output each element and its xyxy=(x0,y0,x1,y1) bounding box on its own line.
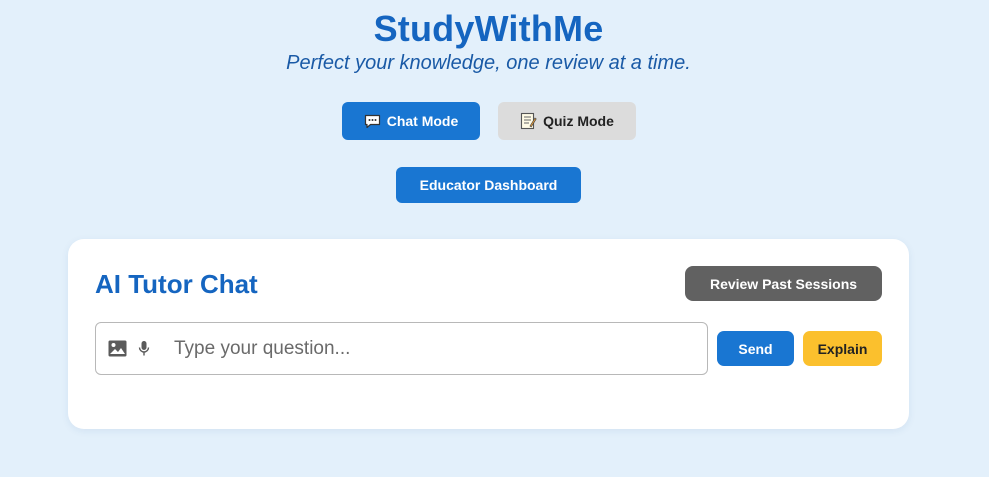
chat-card: AI Tutor Chat Review Past Sessions Send xyxy=(68,239,909,429)
review-past-sessions-button[interactable]: Review Past Sessions xyxy=(685,266,882,301)
explain-button[interactable]: Explain xyxy=(803,331,882,366)
app: StudyWithMe Perfect your knowledge, one … xyxy=(0,0,989,477)
chat-mode-button[interactable]: Chat Mode xyxy=(342,102,480,140)
image-icon[interactable] xyxy=(108,340,127,357)
educator-dashboard-button[interactable]: Educator Dashboard xyxy=(396,167,581,203)
question-input-container xyxy=(95,322,708,375)
app-tagline: Perfect your knowledge, one review at a … xyxy=(286,52,691,74)
chat-mode-label: Chat Mode xyxy=(386,113,459,129)
question-input[interactable] xyxy=(174,335,694,363)
quiz-mode-label: Quiz Mode xyxy=(543,113,614,129)
memo-icon xyxy=(520,112,537,130)
app-title: StudyWithMe xyxy=(373,8,604,49)
send-button[interactable]: Send xyxy=(717,331,794,366)
speech-balloon-icon xyxy=(364,114,381,129)
chat-card-title: AI Tutor Chat xyxy=(95,269,258,299)
microphone-icon[interactable] xyxy=(138,340,150,357)
quiz-mode-button[interactable]: Quiz Mode xyxy=(498,102,636,140)
